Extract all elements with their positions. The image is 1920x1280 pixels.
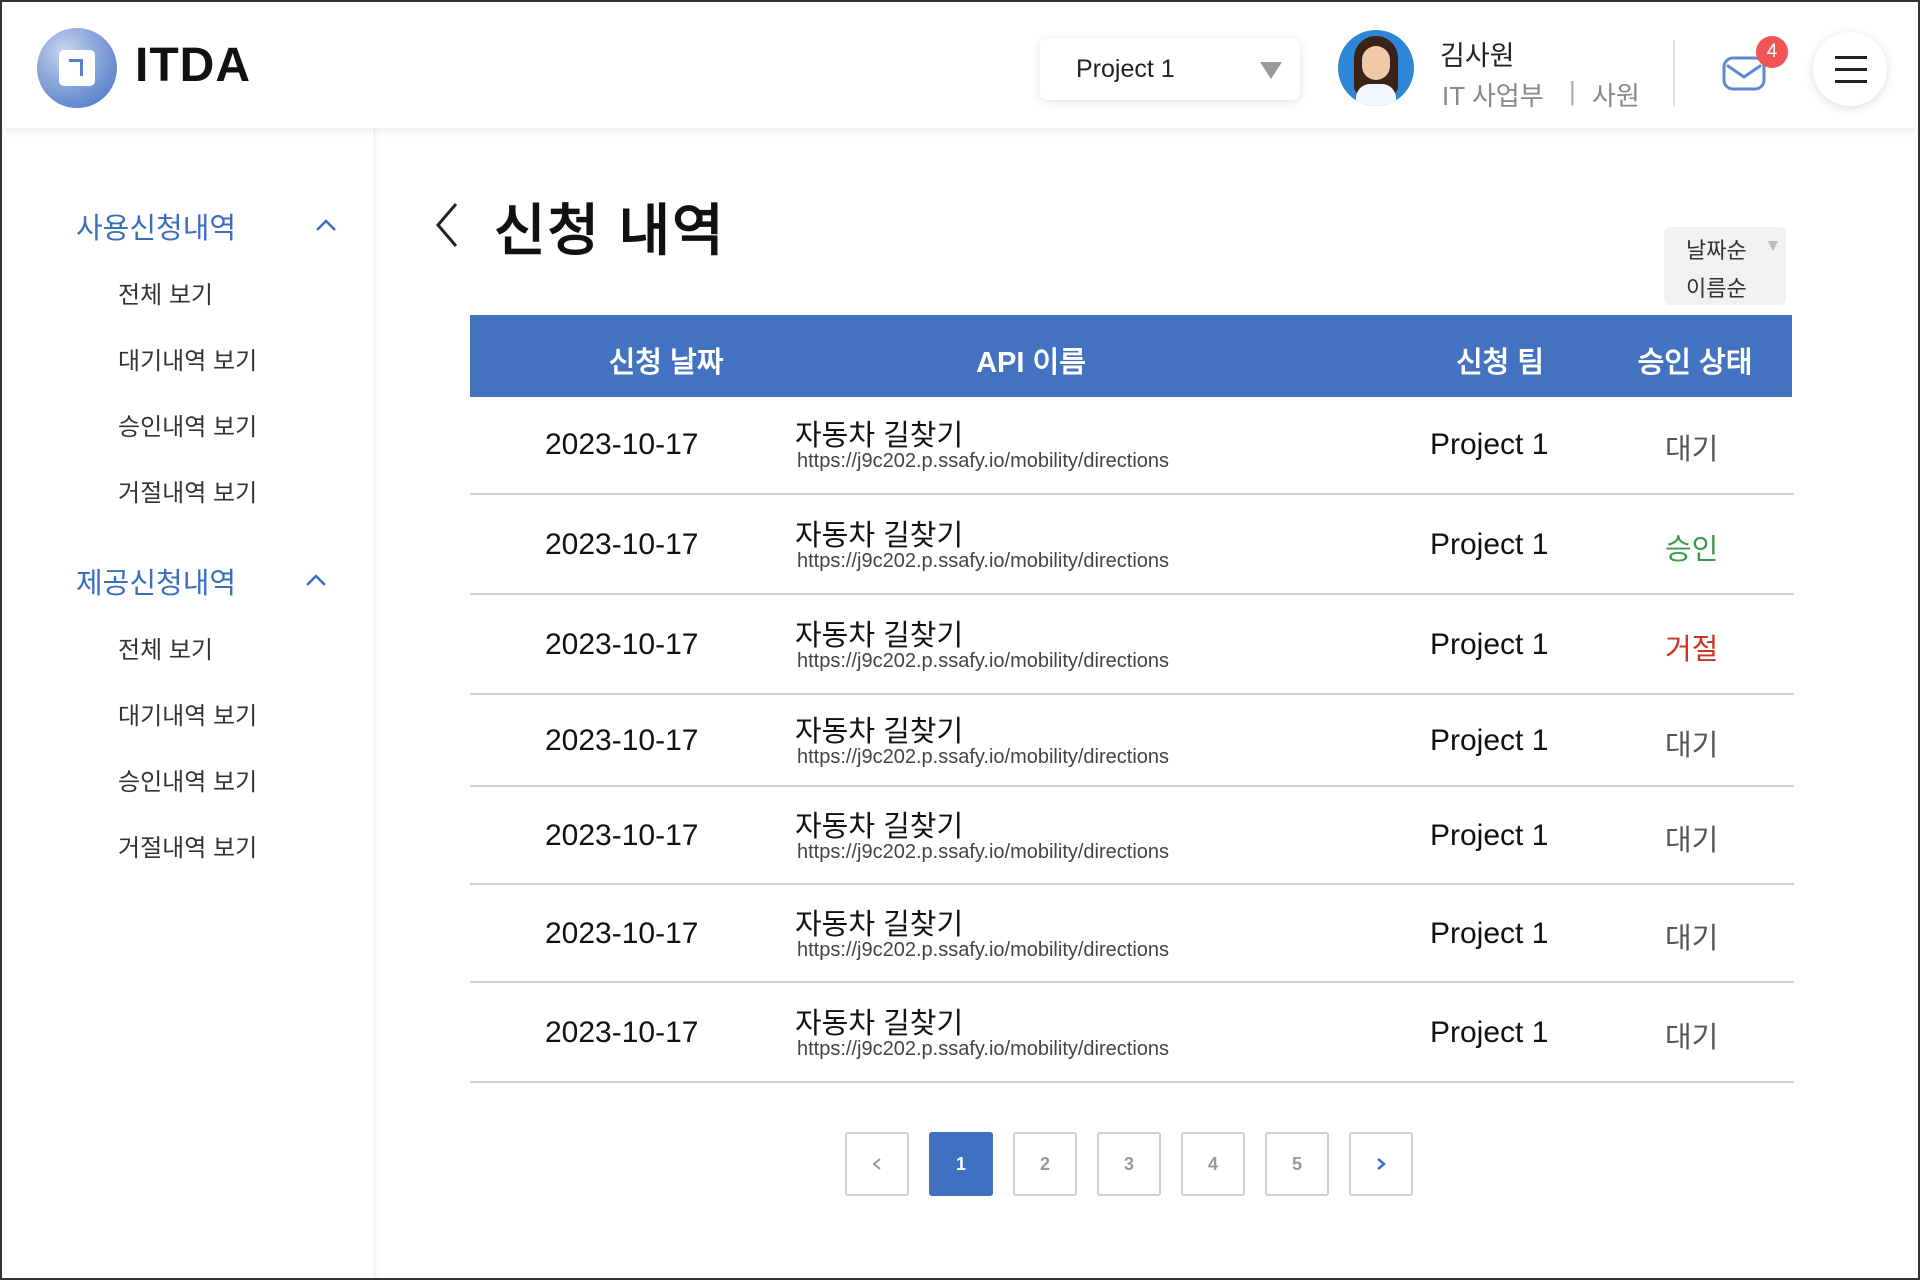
page-title: 신청 내역: [494, 199, 726, 262]
user-info-separator: |: [1569, 76, 1576, 106]
user-rank: 사원: [1592, 81, 1640, 111]
row-api-url: https://j9c202.p.ssafy.io/mobility/direc…: [797, 650, 1170, 672]
sidebar-item-provide-pending[interactable]: 대기내역 보기: [118, 696, 257, 731]
sidebar-item-usage-pending[interactable]: 대기내역 보기: [118, 341, 257, 376]
row-api-url: https://j9c202.p.ssafy.io/mobility/direc…: [797, 550, 1170, 572]
row-status: 대기: [1665, 434, 1719, 466]
logo-icon[interactable]: [37, 28, 117, 108]
pagination-page-4[interactable]: 4: [1181, 1132, 1245, 1196]
sidebar-item-provide-rejected[interactable]: 거절내역 보기: [118, 828, 257, 863]
logo-text[interactable]: ITDA: [135, 38, 251, 93]
menu-button[interactable]: [1813, 32, 1887, 106]
row-team: Project 1: [1430, 819, 1549, 852]
project-select-value: Project 1: [1076, 54, 1175, 83]
top-header: ITDA Project 1 김사원 IT 사업부 | 사원 4: [0, 0, 1920, 128]
table-row[interactable]: 2023-10-17 자동차 길찾기 https://j9c202.p.ssafy.…: [470, 789, 1794, 885]
table-row[interactable]: 2023-10-17 자동차 길찾기 https://j9c202.p.ssafy.…: [470, 887, 1794, 983]
sidebar-item-provide-approved[interactable]: 승인내역 보기: [118, 762, 257, 797]
row-team: Project 1: [1430, 917, 1549, 950]
caret-down-icon: [1768, 241, 1778, 251]
pagination-prev-button[interactable]: [845, 1132, 909, 1196]
column-header-status: 승인 상태: [1637, 347, 1753, 379]
project-select[interactable]: Project 1: [1040, 38, 1300, 100]
row-api-name: 자동차 길찾기: [795, 520, 964, 552]
sidebar-group-usage-requests[interactable]: 사용신청내역: [76, 205, 236, 247]
row-date: 2023-10-17: [545, 1016, 699, 1049]
sidebar-item-usage-rejected[interactable]: 거절내역 보기: [118, 473, 257, 508]
sidebar: 사용신청내역 전체 보기 대기내역 보기 승인내역 보기 거절내역 보기 제공신…: [0, 128, 375, 1280]
column-header-team: 신청 팀: [1455, 347, 1545, 379]
pagination-page-3[interactable]: 3: [1097, 1132, 1161, 1196]
row-team: Project 1: [1430, 428, 1549, 461]
table-row[interactable]: 2023-10-17 자동차 길찾기 https://j9c202.p.ssafy.…: [470, 497, 1794, 595]
mail-count-badge: 4: [1756, 36, 1788, 68]
pagination-page-1[interactable]: 1: [929, 1132, 993, 1196]
row-date: 2023-10-17: [545, 724, 699, 757]
table-row[interactable]: 2023-10-17 자동차 길찾기 https://j9c202.p.ssafy.…: [470, 985, 1794, 1083]
row-api-name: 자동차 길찾기: [795, 811, 964, 843]
row-date: 2023-10-17: [545, 628, 699, 661]
column-header-date: 신청 날짜: [608, 347, 724, 379]
row-api-name: 자동차 길찾기: [795, 1008, 964, 1040]
row-status: 대기: [1665, 825, 1719, 857]
row-api-name: 자동차 길찾기: [795, 716, 964, 748]
chevron-right-icon: [1377, 1158, 1386, 1170]
chevron-up-icon[interactable]: [315, 214, 337, 236]
column-header-api: API 이름: [976, 347, 1086, 379]
row-team: Project 1: [1430, 724, 1549, 757]
row-date: 2023-10-17: [545, 819, 699, 852]
sidebar-item-usage-all[interactable]: 전체 보기: [118, 275, 213, 310]
header-divider: [1673, 40, 1675, 106]
hamburger-icon: [1835, 56, 1867, 59]
row-api-url: https://j9c202.p.ssafy.io/mobility/direc…: [797, 939, 1170, 961]
row-api-name: 자동차 길찾기: [795, 909, 964, 941]
row-api-url: https://j9c202.p.ssafy.io/mobility/direc…: [797, 746, 1170, 768]
sort-option-name[interactable]: 이름순: [1686, 271, 1747, 303]
caret-down-icon: [1260, 62, 1282, 79]
mail-button[interactable]: 4: [1722, 36, 1788, 92]
pagination-page-5[interactable]: 5: [1265, 1132, 1329, 1196]
pagination-page-2[interactable]: 2: [1013, 1132, 1077, 1196]
user-department: IT 사업부: [1442, 81, 1544, 111]
pagination-next-button[interactable]: [1349, 1132, 1413, 1196]
row-api-name: 자동차 길찾기: [795, 420, 964, 452]
avatar[interactable]: [1338, 30, 1414, 106]
row-team: Project 1: [1430, 528, 1549, 561]
row-date: 2023-10-17: [545, 428, 699, 461]
chevron-up-icon[interactable]: [305, 569, 327, 591]
row-api-name: 자동차 길찾기: [795, 620, 964, 652]
row-date: 2023-10-17: [545, 917, 699, 950]
row-status: 대기: [1665, 730, 1719, 762]
sort-dropdown[interactable]: 날짜순 이름순: [1664, 227, 1786, 305]
row-api-url: https://j9c202.p.ssafy.io/mobility/direc…: [797, 841, 1170, 863]
row-status: 승인: [1665, 534, 1719, 566]
row-api-url: https://j9c202.p.ssafy.io/mobility/direc…: [797, 450, 1170, 472]
row-status: 거절: [1665, 634, 1719, 666]
sort-option-date[interactable]: 날짜순: [1686, 233, 1747, 265]
row-api-url: https://j9c202.p.ssafy.io/mobility/direc…: [797, 1038, 1170, 1060]
table-header: 신청 날짜 API 이름 신청 팀 승인 상태: [470, 315, 1792, 397]
sidebar-item-usage-approved[interactable]: 승인내역 보기: [118, 407, 257, 442]
table-row[interactable]: 2023-10-17 자동차 길찾기 https://j9c202.p.ssafy.…: [470, 597, 1794, 695]
row-team: Project 1: [1430, 628, 1549, 661]
row-date: 2023-10-17: [545, 528, 699, 561]
row-status: 대기: [1665, 923, 1719, 955]
table-row[interactable]: 2023-10-17 자동차 길찾기 https://j9c202.p.ssafy.…: [470, 397, 1794, 495]
sidebar-group-provide-requests[interactable]: 제공신청내역: [76, 560, 236, 602]
table-row[interactable]: 2023-10-17 자동차 길찾기 https://j9c202.p.ssafy.…: [470, 697, 1794, 787]
user-name: 김사원: [1440, 41, 1515, 71]
row-team: Project 1: [1430, 1016, 1549, 1049]
back-chevron-icon[interactable]: [432, 200, 462, 250]
row-status: 대기: [1665, 1022, 1719, 1054]
chevron-left-icon: [872, 1158, 881, 1170]
sidebar-item-provide-all[interactable]: 전체 보기: [118, 630, 213, 665]
